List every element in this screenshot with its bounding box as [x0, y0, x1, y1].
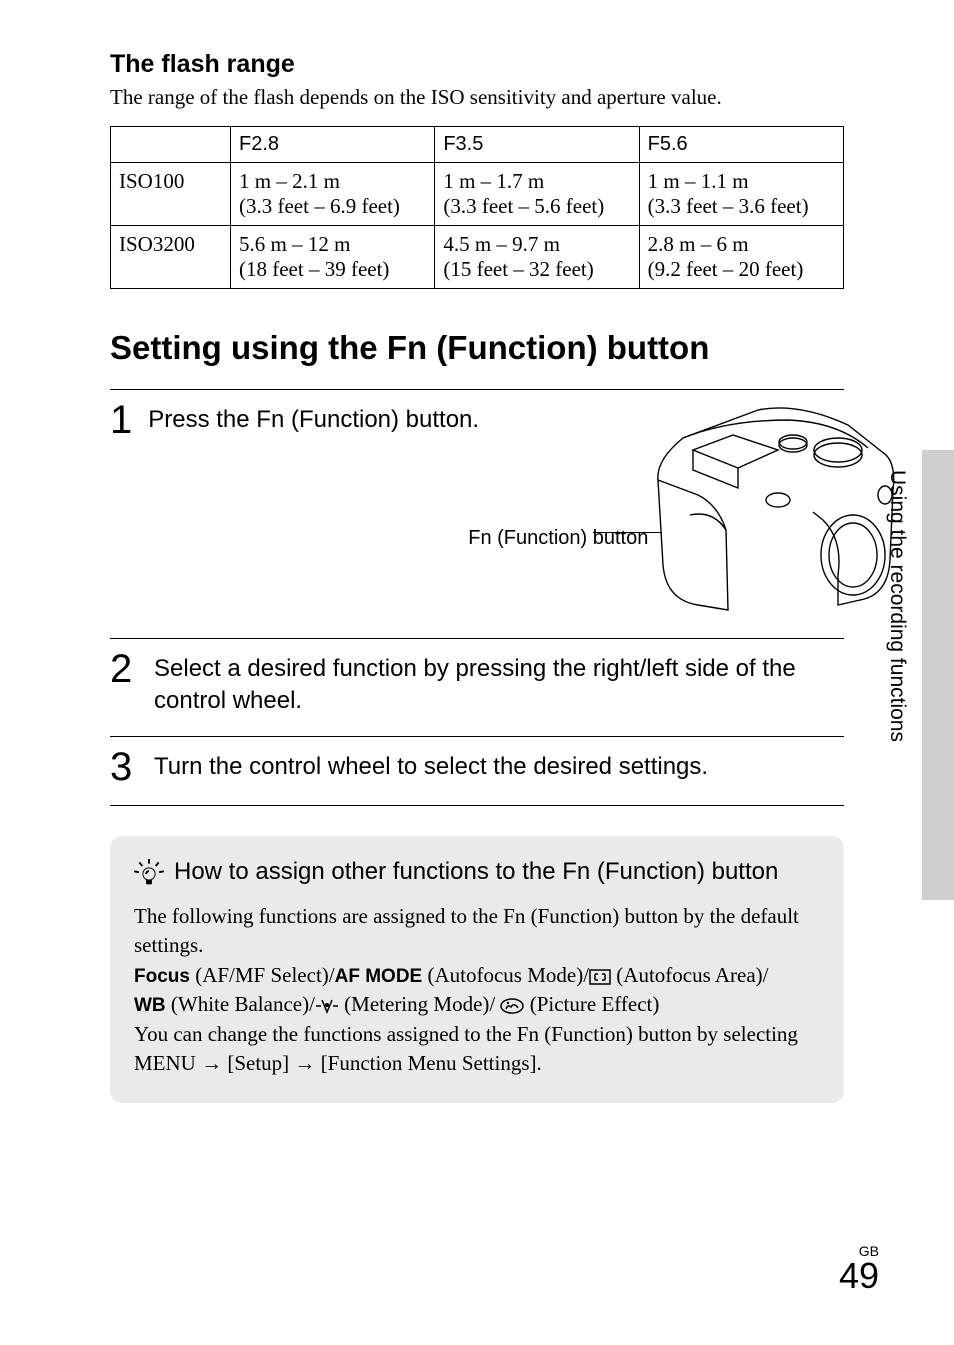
- table-cell: 2.8 m – 6 m(9.2 feet – 20 feet): [639, 226, 843, 289]
- table-header-f56: F5.6: [639, 127, 843, 163]
- focus-icon: Focus: [134, 966, 190, 987]
- wb-icon: WB: [134, 995, 166, 1016]
- step-1: 1 Press the Fn (Function) button. Fn (Fu…: [110, 389, 844, 638]
- table-row: ISO3200 5.6 m – 12 m(18 feet – 39 feet) …: [111, 226, 844, 289]
- page-number-block: GB 49: [839, 1243, 879, 1297]
- table-cell: 1 m – 1.1 m(3.3 feet – 3.6 feet): [639, 163, 843, 226]
- tip-box: How to assign other functions to the Fn …: [110, 836, 844, 1103]
- tip-title: How to assign other functions to the Fn …: [174, 858, 778, 886]
- side-tab: [922, 450, 954, 900]
- camera-illustration: [638, 400, 898, 620]
- table-cell: 1 m – 1.7 m(3.3 feet – 5.6 feet): [435, 163, 639, 226]
- flash-range-table: F2.8 F3.5 F5.6 ISO100 1 m – 2.1 m(3.3 fe…: [110, 126, 844, 289]
- table-cell: 1 m – 2.1 m(3.3 feet – 6.9 feet): [231, 163, 435, 226]
- step-number-1: 1: [110, 400, 132, 440]
- flash-range-heading: The flash range: [110, 50, 844, 79]
- iso-label: ISO3200: [111, 226, 231, 289]
- step-3-text: Turn the control wheel to select the des…: [154, 747, 844, 783]
- step-1-text: Press the Fn (Function) button.: [148, 400, 518, 436]
- step-number-2: 2: [110, 649, 138, 689]
- table-header-f28: F2.8: [231, 127, 435, 163]
- step-2-text: Select a desired function by pressing th…: [154, 649, 844, 718]
- iso-label: ISO100: [111, 163, 231, 226]
- table-header-f35: F3.5: [435, 127, 639, 163]
- page-number: 49: [839, 1255, 879, 1296]
- af-mode-icon: AF MODE: [335, 966, 423, 987]
- section-tab-label: Using the recording functions: [885, 470, 909, 742]
- table-row: ISO100 1 m – 2.1 m(3.3 feet – 6.9 feet) …: [111, 163, 844, 226]
- flash-range-desc: The range of the flash depends on the IS…: [110, 85, 844, 110]
- table-header-empty: [111, 127, 231, 163]
- table-cell: 5.6 m – 12 m(18 feet – 39 feet): [231, 226, 435, 289]
- metering-mode-icon: [315, 998, 339, 1014]
- step-2: 2 Select a desired function by pressing …: [110, 638, 844, 736]
- table-cell: 4.5 m – 9.7 m(15 feet – 32 feet): [435, 226, 639, 289]
- step-number-3: 3: [110, 747, 138, 787]
- section-title: Setting using the Fn (Function) button: [110, 329, 844, 367]
- step-3: 3 Turn the control wheel to select the d…: [110, 736, 844, 806]
- tip-body: The following functions are assigned to …: [134, 902, 820, 1079]
- hint-icon: [134, 858, 164, 888]
- table-row: F2.8 F3.5 F5.6: [111, 127, 844, 163]
- fn-button-callout: Fn (Function) button: [468, 525, 648, 551]
- af-area-icon: [589, 969, 611, 985]
- picture-effect-icon: [500, 998, 524, 1014]
